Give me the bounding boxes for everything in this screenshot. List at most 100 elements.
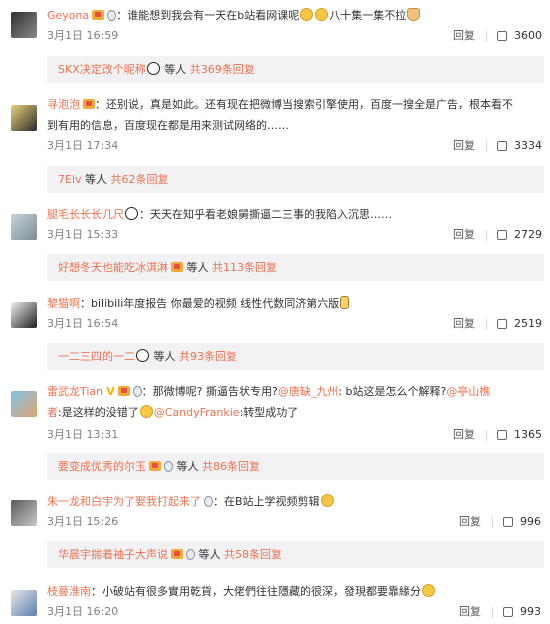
reply-button[interactable]: 回复 <box>453 28 475 44</box>
emoji-icon <box>422 584 435 597</box>
more-replies-link[interactable]: 共93条回复 <box>179 350 237 363</box>
comment-text: ： <box>213 495 224 508</box>
comment-text: bilibili年度报告 你最爱的视频 线性代数同济第六版 <box>91 297 340 310</box>
reply-count-text: 等人 <box>186 261 209 274</box>
reply-button[interactable]: 回复 <box>453 227 475 243</box>
thumbs-up-icon[interactable] <box>503 607 513 617</box>
avatar[interactable] <box>11 12 37 38</box>
more-replies-link[interactable]: 共58条回复 <box>224 548 282 561</box>
reply-button[interactable]: 回复 <box>453 316 475 332</box>
reply-username[interactable]: 好想冬天也能吃冰淇淋 <box>58 261 168 274</box>
reply-button[interactable]: 回复 <box>453 427 475 443</box>
like-count: 993 <box>520 605 541 618</box>
reply-summary[interactable]: 7Elv 等人 共62条回复 <box>47 166 544 193</box>
more-replies-link[interactable]: 共86条回复 <box>202 460 260 473</box>
more-replies-link[interactable]: 共369条回复 <box>190 63 255 76</box>
avatar[interactable] <box>11 105 37 131</box>
like-count: 996 <box>520 515 541 528</box>
medal-icon <box>186 549 195 560</box>
comment-date: 3月1日 16:54 <box>47 317 119 330</box>
mention-link[interactable]: @亭山樵 <box>446 385 490 398</box>
comment-date: 3月1日 16:20 <box>47 605 119 618</box>
comment-text: 天天在知乎看老娘舅撕逼二三事的我陷入沉思…… <box>150 208 392 221</box>
comment-text: :转型成功了 <box>239 406 299 419</box>
more-replies-link[interactable]: 共113条回复 <box>212 261 277 274</box>
comment-text: 小破站有很多實用乾貨，大佬們往往隱藏的很深，發現都要靠緣分 <box>102 585 421 598</box>
comment-username[interactable]: 黎猫啊 <box>47 297 80 310</box>
reply-summary[interactable]: 华晨宇揣着袖子大声说 等人 共58条回复 <box>47 541 544 568</box>
more-replies-link[interactable]: 共62条回复 <box>111 173 169 186</box>
comment-text: 到有用的信息，百度现在都是用来测试网络的…… <box>47 119 289 132</box>
thumbs-up-icon[interactable] <box>497 141 507 151</box>
thumbs-up-icon[interactable] <box>503 517 513 527</box>
avatar[interactable] <box>11 391 37 417</box>
divider <box>486 141 487 152</box>
avatar[interactable] <box>11 214 37 240</box>
comment-text: ： <box>91 585 102 598</box>
comment-text: ： <box>139 208 150 221</box>
comment-text: ： <box>95 98 106 111</box>
comment-username[interactable]: 枝蔓淮南 <box>47 585 91 598</box>
like-count: 2729 <box>514 228 542 241</box>
comment-text: 还别说，真是如此。还有现在把微博当搜索引擎使用，百度一搜全是广告，根本看不 <box>106 98 513 111</box>
comment-username[interactable]: 雷武龙Tian <box>47 385 103 398</box>
reply-username[interactable]: 华晨宇揣着袖子大声说 <box>58 548 168 561</box>
comment-date: 3月1日 15:33 <box>47 228 119 241</box>
thumbs-up-icon[interactable] <box>497 319 507 329</box>
comment-text: ： <box>116 9 128 22</box>
like-count: 1365 <box>514 428 542 441</box>
reply-button[interactable]: 回复 <box>459 604 481 620</box>
reply-button[interactable]: 回复 <box>459 514 481 530</box>
comment-username[interactable]: 寻泡泡 <box>47 98 80 111</box>
emoji-icon <box>320 494 334 507</box>
reply-button[interactable]: 回复 <box>453 138 475 154</box>
avatar[interactable] <box>11 500 37 526</box>
thumbs-up-icon[interactable] <box>497 31 507 41</box>
emoji-icon <box>136 349 149 362</box>
comment-text: 在B站上学视频剪辑 <box>224 495 320 508</box>
emoji-icon <box>146 62 160 75</box>
mention-link[interactable]: @CandyFrankie <box>154 406 240 419</box>
member-badge-icon <box>117 386 130 396</box>
emoji-icon <box>340 296 350 309</box>
reply-summary[interactable]: 一二三四的一二 等人 共93条回复 <box>47 343 544 370</box>
reply-username[interactable]: 要变成优秀的尔玉 <box>58 460 146 473</box>
divider <box>486 430 487 441</box>
comment-date: 3月1日 13:31 <box>47 428 119 441</box>
divider <box>486 31 487 42</box>
thumbs-up-icon[interactable] <box>497 430 507 440</box>
comment-username[interactable]: 朱一龙和白宇为了娶我打起来了 <box>47 495 201 508</box>
reply-summary[interactable]: 好想冬天也能吃冰淇淋 等人 共113条回复 <box>47 254 544 281</box>
mention-link[interactable]: @唐缺_九州 <box>278 385 339 398</box>
reply-summary[interactable]: SKX决定改个昵称 等人 共369条回复 <box>47 56 544 83</box>
reply-username[interactable]: 7Elv <box>58 173 82 186</box>
medal-icon <box>107 10 117 21</box>
comment-date: 3月1日 15:26 <box>47 515 119 528</box>
comment-username[interactable]: 腿毛长长长几尺 <box>47 208 124 221</box>
reply-count-text: 等人 <box>85 173 108 186</box>
reply-count-text: 等人 <box>198 548 221 561</box>
thumbs-up-icon[interactable] <box>497 230 507 240</box>
verified-icon: V <box>106 385 115 398</box>
member-badge-icon <box>83 99 95 109</box>
comment-date: 3月1日 16:59 <box>47 29 119 42</box>
comment-username[interactable]: Geyona <box>47 9 89 22</box>
medal-icon <box>204 496 213 507</box>
comment-text: :是这样的没错了 <box>58 406 139 419</box>
emoji-icon <box>125 207 138 220</box>
divider <box>492 607 493 618</box>
comment-date: 3月1日 17:34 <box>47 139 119 152</box>
like-count: 2519 <box>514 317 542 330</box>
mention-link[interactable]: 者 <box>47 406 58 419</box>
reply-summary[interactable]: 要变成优秀的尔玉 等人 共86条回复 <box>47 453 544 480</box>
comment-text: ： <box>141 385 153 398</box>
comment-text: 八十集一集不拉 <box>329 9 407 22</box>
avatar[interactable] <box>11 302 37 328</box>
comment-text: 那微博呢? 撕逼告状专用? <box>152 385 278 398</box>
comment-text: ： <box>80 297 91 310</box>
reply-username[interactable]: SKX决定改个昵称 <box>58 63 146 76</box>
comment-text: : b站这是怎么个解释? <box>338 385 447 398</box>
reply-username[interactable]: 一二三四的一二 <box>58 350 135 363</box>
like-count: 3600 <box>514 29 542 42</box>
avatar[interactable] <box>11 590 37 616</box>
